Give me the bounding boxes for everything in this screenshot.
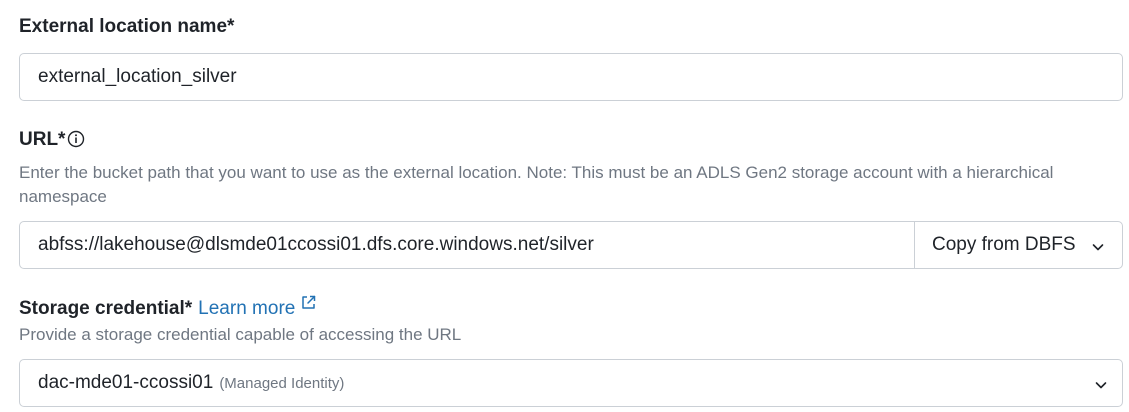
url-hint: Enter the bucket path that you want to u… [19,163,1054,206]
copy-from-dbfs-button[interactable]: Copy from DBFS [914,221,1123,269]
external-location-name-value: external_location_silver [38,66,237,87]
storage-credential-label-text: Storage credential* [19,298,193,319]
external-link-icon [300,294,317,317]
info-circle-icon[interactable] [67,130,85,154]
url-label: URL* [19,129,85,154]
learn-more-link[interactable]: Learn more [198,295,317,319]
url-value: abfss://lakehouse@dlsmde01ccossi01.dfs.c… [38,234,594,255]
copy-from-dbfs-label: Copy from DBFS [932,234,1076,255]
external-location-name-label: External location name* [19,16,234,38]
storage-credential-select[interactable]: dac-mde01-ccossi01 (Managed Identity) [19,359,1123,407]
storage-credential-label: Storage credential* Learn more [19,295,317,320]
storage-credential-value: dac-mde01-ccossi01 [38,372,214,393]
external-location-name-input[interactable]: external_location_silver [19,53,1123,101]
external-location-name-label-text: External location name* [19,16,235,37]
storage-credential-value-note: (Managed Identity) [219,374,345,392]
external-location-form: External location name* external_locatio… [0,0,1129,412]
storage-credential-hint: Provide a storage credential capable of … [19,325,462,344]
url-input[interactable]: abfss://lakehouse@dlsmde01ccossi01.dfs.c… [19,221,916,269]
url-label-text: URL* [19,129,66,150]
chevron-down-icon [1091,238,1105,260]
learn-more-label: Learn more [198,298,296,319]
chevron-down-icon [1094,376,1108,398]
